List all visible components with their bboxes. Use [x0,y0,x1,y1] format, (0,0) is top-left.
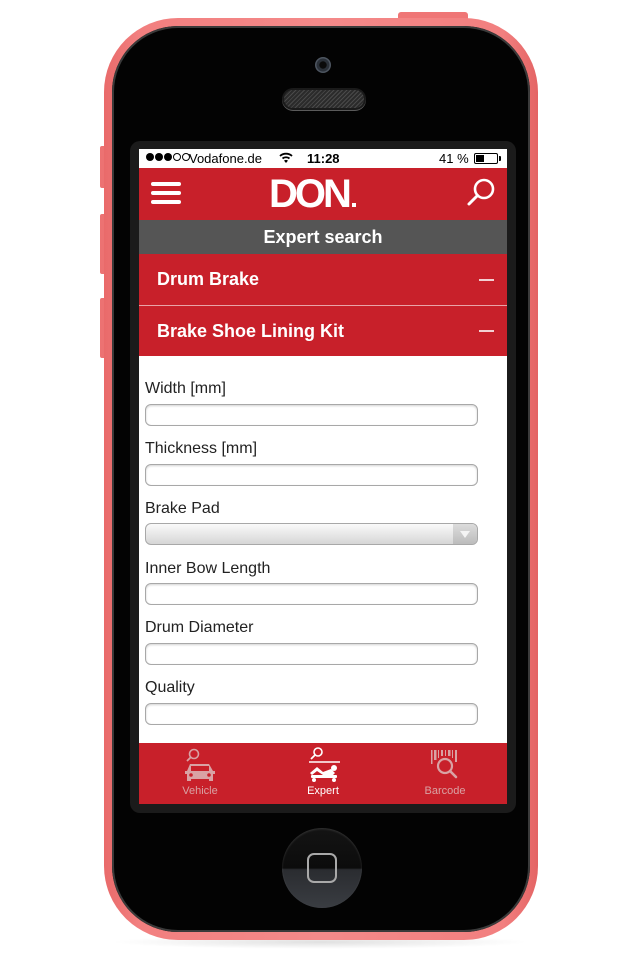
tab-label: Expert [307,785,339,797]
logo-text: DON [269,172,352,216]
search-form: Width [mm] Thickness [mm] Brake Pad Inne… [139,356,507,743]
hamburger-menu-icon[interactable] [151,181,181,207]
page-title: Expert search [139,220,507,254]
brake-pad-select[interactable] [145,523,478,545]
vehicle-search-icon [185,748,215,781]
drum-diameter-input[interactable] [145,643,478,665]
signal-dot [146,153,154,161]
status-bar: Vodafone.de 11:28 41 % [139,149,507,168]
earpiece-speaker [284,90,364,108]
chevron-down-icon [453,524,477,544]
accordion-label: Brake Shoe Lining Kit [157,321,345,341]
tab-label: Barcode [424,785,466,797]
home-square-icon [307,853,337,883]
width-input[interactable] [145,404,478,426]
accordion-label: Drum Brake [157,269,260,289]
barcode-search-icon [431,750,458,779]
expert-search-icon [309,747,340,782]
accordion-brake-shoe-lining-kit[interactable]: Brake Shoe Lining Kit [139,306,507,356]
brake-pad-label: Brake Pad [145,500,220,517]
thickness-input[interactable] [145,464,478,486]
signal-dot [173,153,181,161]
carrier-name: Vodafone.de [189,151,263,166]
signal-strength-icon [146,153,190,161]
signal-dot [164,153,172,161]
thickness-label: Thickness [mm] [145,440,258,457]
accordion-drum-brake[interactable]: Drum Brake [139,254,507,305]
screen: Vodafone.de 11:28 41 % DON Expert search… [139,149,507,804]
quality-input[interactable] [145,703,478,725]
signal-dot [155,153,163,161]
battery-level [476,155,485,162]
quality-label: Quality [145,679,195,696]
wifi-icon [279,152,293,163]
don-logo: DON [269,173,356,215]
tab-expert[interactable]: Expert [262,743,384,804]
logo-dot [351,203,356,207]
battery-icon [474,153,498,164]
inner-bow-length-label: Inner Bow Length [145,560,271,577]
front-camera-icon [315,57,331,73]
inner-bow-length-input[interactable] [145,583,478,605]
tab-bar: Vehicle Expert Barcode [139,743,507,804]
clock: 11:28 [307,151,340,166]
minus-icon [479,330,494,332]
tab-barcode[interactable]: Barcode [384,743,506,804]
tab-vehicle[interactable]: Vehicle [139,743,261,804]
app-header: DON [139,168,507,220]
search-icon[interactable] [464,176,498,210]
battery-percentage: 41 % [439,151,469,166]
minus-icon [479,279,494,281]
width-label: Width [mm] [145,380,226,397]
drum-diameter-label: Drum Diameter [145,619,254,636]
battery-tip [499,156,501,161]
home-button[interactable] [282,828,362,908]
tab-label: Vehicle [182,785,218,797]
